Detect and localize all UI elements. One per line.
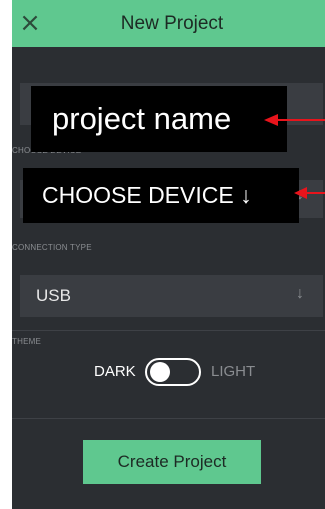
arrow-to-choose-device	[294, 187, 325, 199]
arrow-to-project-name	[264, 114, 325, 126]
annotation-arrows	[264, 114, 325, 199]
